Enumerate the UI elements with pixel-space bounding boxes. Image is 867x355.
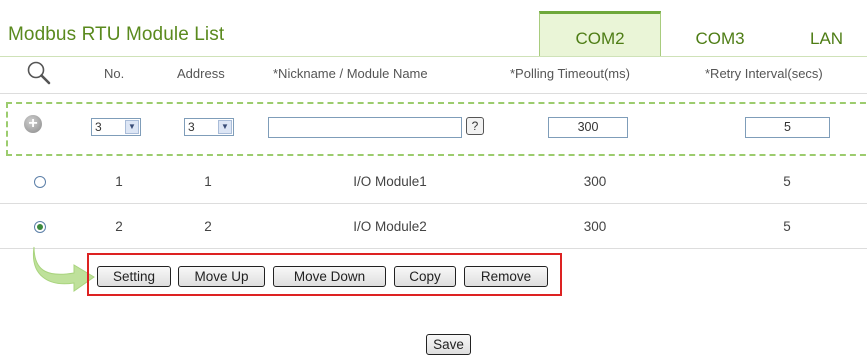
header-polling-timeout: *Polling Timeout(ms)	[510, 66, 630, 81]
row-divider	[0, 93, 867, 94]
tab-lan[interactable]: LAN	[780, 11, 867, 57]
row-divider	[0, 203, 867, 204]
copy-button[interactable]: Copy	[394, 266, 456, 287]
cell-module-name: I/O Module2	[353, 219, 427, 234]
cell-retry-interval: 5	[783, 219, 791, 234]
cell-no: 1	[115, 174, 123, 189]
header-address: Address	[177, 66, 225, 81]
cell-polling-timeout: 300	[583, 219, 607, 234]
setting-button[interactable]: Setting	[97, 266, 171, 287]
tab-com2[interactable]: COM2	[539, 11, 661, 57]
remove-button[interactable]: Remove	[464, 266, 548, 287]
address-select[interactable]: 3 ▼	[184, 118, 234, 136]
header-nickname: *Nickname / Module Name	[273, 66, 428, 81]
header-retry-interval: *Retry Interval(secs)	[705, 66, 823, 81]
tab-com3[interactable]: COM3	[665, 11, 775, 57]
nickname-input[interactable]	[268, 117, 462, 138]
chevron-down-icon: ▼	[218, 120, 232, 134]
no-select-value: 3	[95, 120, 102, 134]
chevron-down-icon: ▼	[125, 120, 139, 134]
retry-interval-input[interactable]: 5	[745, 117, 830, 138]
row-select-radio[interactable]	[34, 176, 46, 188]
header-no: No.	[104, 66, 125, 81]
radio-dot	[37, 224, 43, 230]
cell-module-name: I/O Module1	[353, 174, 427, 189]
cell-polling-timeout: 300	[583, 174, 607, 189]
cell-address: 2	[204, 219, 212, 234]
search-icon[interactable]	[26, 60, 52, 86]
page-title: Modbus RTU Module List	[8, 24, 225, 45]
help-button[interactable]: ?	[466, 117, 484, 135]
move-up-button[interactable]: Move Up	[178, 266, 265, 287]
address-select-value: 3	[188, 120, 195, 134]
header-divider	[0, 56, 867, 57]
cell-no: 2	[115, 219, 123, 234]
move-down-button[interactable]: Move Down	[273, 266, 386, 287]
plus-circle-icon[interactable]: +	[24, 115, 42, 133]
cell-address: 1	[204, 174, 212, 189]
cell-retry-interval: 5	[783, 174, 791, 189]
no-select[interactable]: 3 ▼	[91, 118, 141, 136]
polling-timeout-input[interactable]: 300	[548, 117, 628, 138]
row-divider	[0, 248, 867, 249]
row-select-radio-selected[interactable]	[34, 221, 46, 233]
